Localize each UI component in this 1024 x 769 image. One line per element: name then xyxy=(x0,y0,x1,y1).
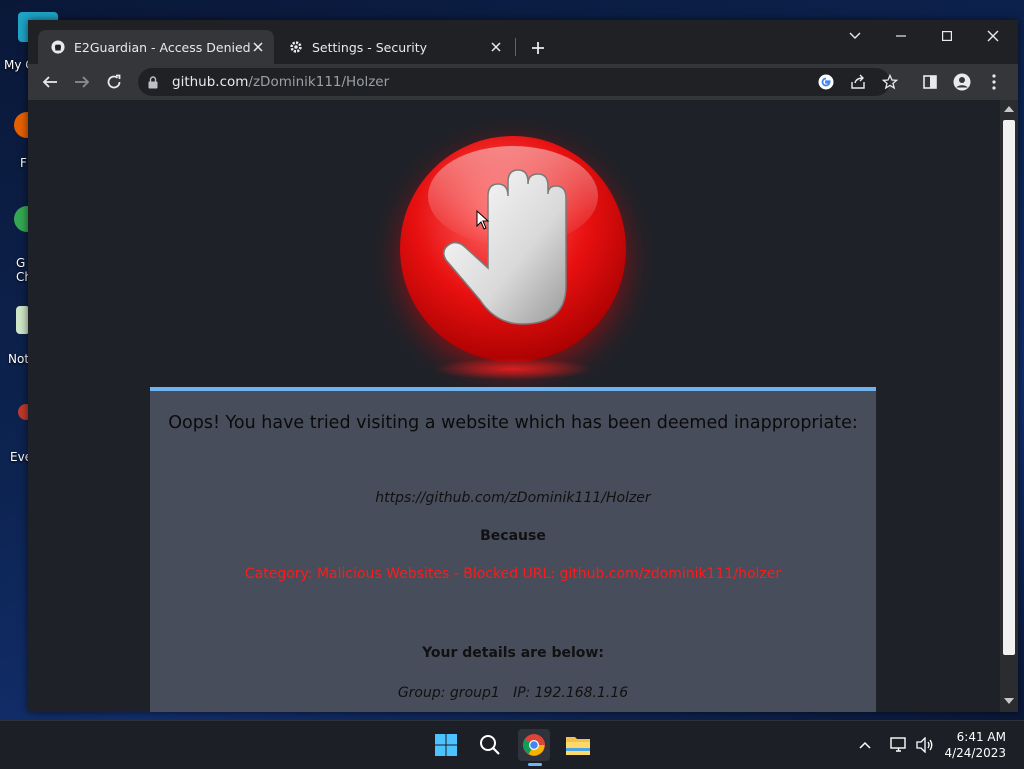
show-hidden-icons-button[interactable] xyxy=(852,729,878,761)
arrow-right-icon xyxy=(75,76,90,88)
desktop-icon-my-computer[interactable]: My C xyxy=(0,12,58,72)
desktop-icon-firefox[interactable]: F xyxy=(0,112,40,170)
close-icon xyxy=(987,30,999,42)
details-heading: Your details are below: xyxy=(422,645,604,661)
reload-icon xyxy=(107,74,121,89)
address-bar[interactable]: github.com/zDominik111/Holzer xyxy=(138,68,898,96)
chevron-up-icon xyxy=(859,741,871,749)
scroll-up-arrow-icon[interactable] xyxy=(1004,106,1014,112)
share-icon[interactable] xyxy=(844,68,872,96)
desktop-icon-event[interactable]: Eve xyxy=(0,404,34,464)
mouse-cursor-icon xyxy=(476,210,490,230)
minimize-icon xyxy=(896,35,906,37)
menu-button[interactable] xyxy=(978,66,1010,98)
user-details: Group: group1 IP: 192.168.1.16 xyxy=(397,685,629,701)
lock-icon[interactable] xyxy=(148,75,162,89)
system-clock[interactable]: 6:41 AM 4/24/2023 xyxy=(944,729,1006,761)
vertical-scrollbar[interactable] xyxy=(1000,100,1018,712)
browser-toolbar: github.com/zDominik111/Holzer xyxy=(28,64,1018,100)
maximize-icon xyxy=(942,31,952,41)
desktop-icon-label: Not xyxy=(8,352,30,366)
page-viewport: Oops! You have tried visiting a website … xyxy=(28,100,1000,712)
tab-separator xyxy=(515,38,516,56)
block-reason: Category: Malicious Websites - Blocked U… xyxy=(244,566,782,582)
forward-button[interactable] xyxy=(66,66,98,98)
person-icon xyxy=(953,73,971,91)
gear-icon xyxy=(288,39,304,55)
chevron-down-icon xyxy=(849,32,861,39)
taskbar-chrome[interactable] xyxy=(518,729,550,761)
profile-button[interactable] xyxy=(946,66,978,98)
search-button[interactable] xyxy=(474,729,506,761)
active-app-indicator xyxy=(528,763,542,766)
tab-access-denied[interactable]: E2Guardian - Access Denied xyxy=(38,30,274,64)
folder-icon xyxy=(566,737,590,755)
network-icon[interactable] xyxy=(886,729,912,761)
github-icon xyxy=(50,39,66,55)
close-icon[interactable] xyxy=(250,39,266,55)
plus-icon xyxy=(532,42,544,54)
search-icon xyxy=(480,735,500,755)
access-denied-panel: Oops! You have tried visiting a website … xyxy=(150,387,876,712)
volume-icon[interactable] xyxy=(912,729,938,761)
browser-window: E2Guardian - Access Denied Settings - Se… xyxy=(28,20,1018,712)
scroll-thumb[interactable] xyxy=(1003,120,1015,655)
more-vertical-icon xyxy=(992,74,996,90)
tab-title: Settings - Security xyxy=(312,39,428,55)
scroll-down-arrow-icon[interactable] xyxy=(1004,698,1014,704)
close-window-button[interactable] xyxy=(970,20,1016,52)
chrome-icon xyxy=(523,734,545,756)
start-button[interactable] xyxy=(430,729,462,761)
desktop-icon-notepad[interactable]: Not xyxy=(0,306,30,366)
close-icon[interactable] xyxy=(488,39,504,55)
side-panel-icon xyxy=(923,75,937,89)
url-path: /zDominik111/Holzer xyxy=(248,74,390,90)
minimize-button[interactable] xyxy=(878,20,924,52)
windows-logo-icon xyxy=(435,734,457,756)
desktop-icon-chrome[interactable]: G Ch xyxy=(0,206,40,284)
back-button[interactable] xyxy=(34,66,66,98)
new-tab-button[interactable] xyxy=(526,36,550,60)
url-text[interactable]: github.com/zDominik111/Holzer xyxy=(172,74,389,90)
google-lens-icon[interactable] xyxy=(812,68,840,96)
stop-hand-icon xyxy=(400,136,626,362)
taskbar-file-explorer[interactable] xyxy=(562,729,594,761)
tab-title: E2Guardian - Access Denied xyxy=(74,39,250,55)
maximize-button[interactable] xyxy=(924,20,970,52)
tab-search-button[interactable] xyxy=(832,20,878,52)
url-host: github.com xyxy=(172,74,249,90)
clock-date: 4/24/2023 xyxy=(944,746,1006,760)
reload-button[interactable] xyxy=(98,66,130,98)
bookmark-star-icon[interactable] xyxy=(876,68,904,96)
side-panel-button[interactable] xyxy=(914,66,946,98)
desktop-icon-label: F xyxy=(20,156,27,170)
tab-settings-security[interactable]: Settings - Security xyxy=(276,30,512,64)
because-label: Because xyxy=(480,528,546,544)
taskbar: 6:41 AM 4/24/2023 xyxy=(0,720,1024,769)
page-headline: Oops! You have tried visiting a website … xyxy=(168,413,858,433)
arrow-left-icon xyxy=(42,76,57,88)
clock-time: 6:41 AM xyxy=(956,730,1006,744)
blocked-url: https://github.com/zDominik111/Holzer xyxy=(375,490,651,506)
tab-strip: E2Guardian - Access Denied Settings - Se… xyxy=(28,20,1018,64)
